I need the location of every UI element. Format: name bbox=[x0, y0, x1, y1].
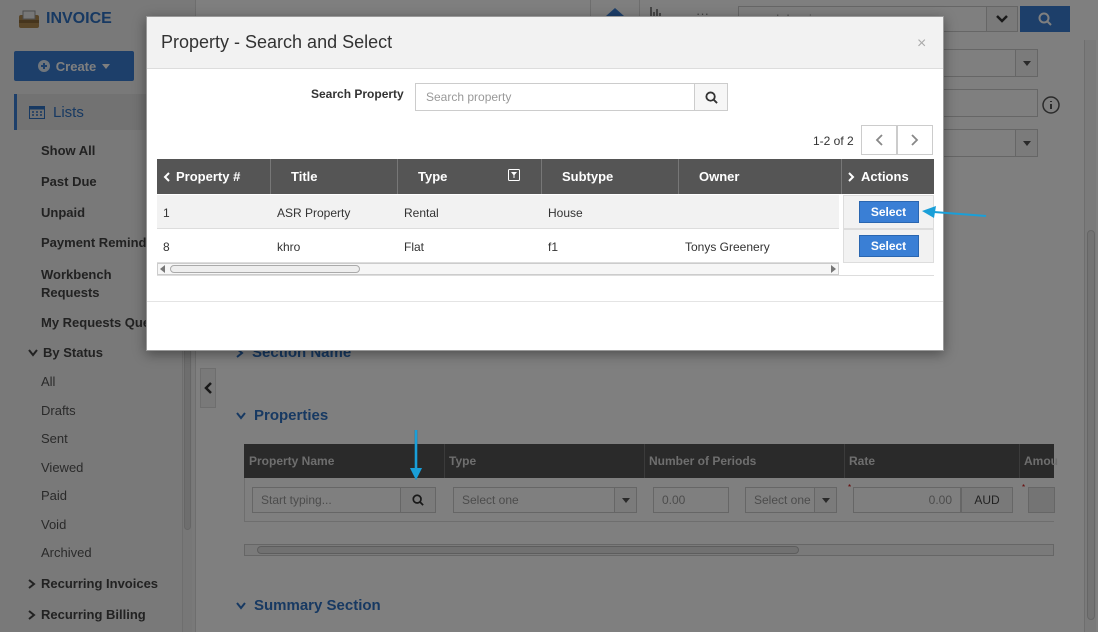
chevron-left-icon bbox=[163, 171, 170, 182]
annotation-arrow-left bbox=[922, 206, 987, 218]
modal-title: Property - Search and Select bbox=[161, 32, 393, 52]
results-scroll-thumb[interactable] bbox=[170, 265, 360, 273]
table-row[interactable]: 8 khro Flat f1 Tonys Greenery bbox=[157, 229, 839, 263]
scroll-right-icon[interactable] bbox=[830, 265, 836, 273]
results-hscrollbar[interactable] bbox=[157, 263, 839, 275]
col-owner[interactable]: Owner bbox=[679, 159, 842, 194]
modal-header: Property - Search and Select × bbox=[147, 17, 943, 69]
select-button[interactable]: Select bbox=[858, 235, 919, 257]
scroll-left-icon[interactable] bbox=[160, 265, 166, 273]
search-icon bbox=[704, 90, 718, 104]
cell-subtype: House bbox=[548, 206, 583, 220]
chevron-right-icon bbox=[911, 134, 919, 146]
col-actions-label: Actions bbox=[861, 169, 909, 184]
cell-type: Flat bbox=[404, 240, 425, 254]
chevron-left-icon bbox=[875, 134, 883, 146]
pager-next-button[interactable] bbox=[897, 125, 933, 155]
cell-owner: Tonys Greenery bbox=[685, 240, 770, 254]
col-title[interactable]: Title bbox=[271, 159, 398, 194]
table-row[interactable]: 1 ASR Property Rental House bbox=[157, 195, 839, 229]
chevron-right-icon bbox=[848, 171, 855, 182]
col-type-label: Type bbox=[418, 169, 448, 184]
results-grid-header: Property # Title Type Subtype Owner Acti… bbox=[157, 159, 934, 194]
cell-title: khro bbox=[277, 240, 301, 254]
cell-title: ASR Property bbox=[277, 206, 351, 220]
modal-footer-divider bbox=[147, 301, 943, 302]
col-property-num-label: Property # bbox=[176, 169, 241, 184]
col-actions[interactable]: Actions bbox=[842, 159, 934, 194]
search-property-button[interactable] bbox=[694, 83, 728, 111]
actions-cell: Select bbox=[843, 229, 934, 263]
cell-type: Rental bbox=[404, 206, 439, 220]
grid-bottom-line bbox=[157, 275, 934, 276]
cell-property-num: 8 bbox=[163, 240, 170, 254]
cell-property-num: 1 bbox=[163, 206, 170, 220]
pager-range: 1-2 of 2 bbox=[813, 134, 854, 148]
col-property-num[interactable]: Property # bbox=[157, 159, 271, 194]
search-property-input[interactable]: Search property bbox=[415, 83, 695, 111]
property-search-modal: Property - Search and Select × Search Pr… bbox=[146, 16, 944, 351]
col-type[interactable]: Type bbox=[398, 159, 542, 194]
filter-icon[interactable] bbox=[508, 169, 520, 181]
select-button[interactable]: Select bbox=[858, 201, 919, 223]
pager-prev-button[interactable] bbox=[861, 125, 897, 155]
col-subtype[interactable]: Subtype bbox=[542, 159, 679, 194]
close-icon[interactable]: × bbox=[917, 35, 926, 53]
annotation-arrow-down-top bbox=[410, 430, 422, 480]
cell-subtype: f1 bbox=[548, 240, 559, 254]
search-property-label: Search Property bbox=[311, 87, 404, 101]
